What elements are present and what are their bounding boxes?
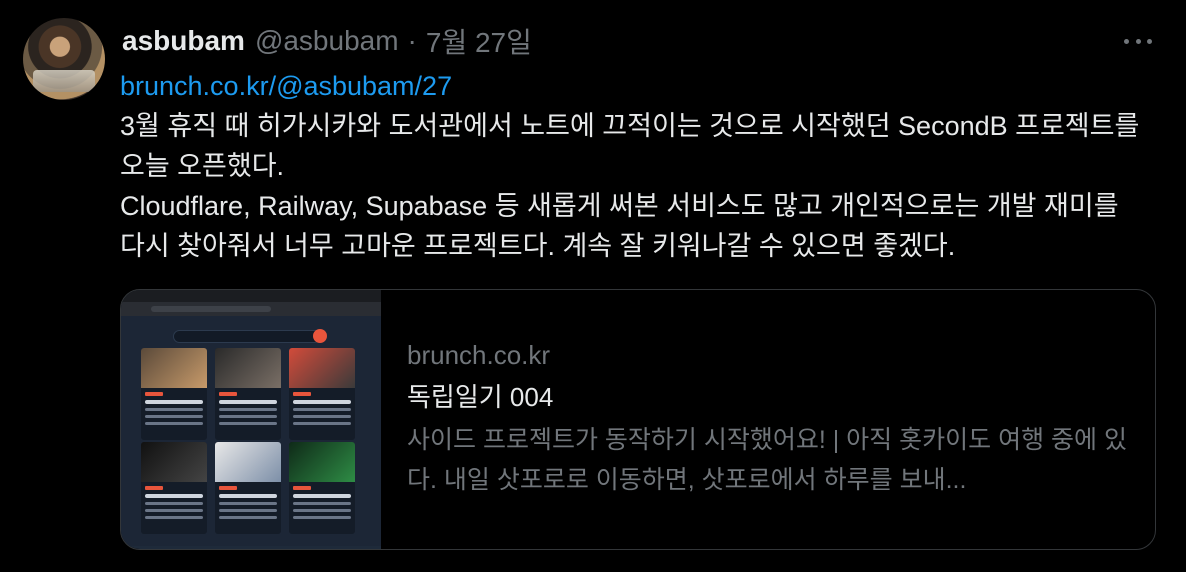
thumbnail-tile <box>215 442 281 534</box>
thumbnail-browser-tabbar <box>121 290 381 302</box>
thumbnail-tile <box>289 348 355 440</box>
tweet-date[interactable]: 7월 27일 <box>426 21 532 61</box>
tweet-paragraph-1: 3월 휴직 때 히가시카와 도서관에서 노트에 끄적이는 것으로 시작했던 Se… <box>120 111 1140 181</box>
dot <box>1147 38 1152 44</box>
card-domain: brunch.co.kr <box>407 340 551 370</box>
thumbnail-tile <box>289 442 355 534</box>
thumbnail-tile <box>215 348 281 440</box>
card-text: brunch.co.kr 독립일기 004 사이드 프로젝트가 동작하기 시작했… <box>381 290 1141 549</box>
thumbnail-tile <box>141 348 207 440</box>
dot <box>1135 38 1141 44</box>
card-thumbnail <box>121 290 381 549</box>
thumbnail-search-box <box>173 330 321 343</box>
thumbnail-tile <box>141 442 207 534</box>
tweet-body: brunch.co.kr/@asbubam/27 3월 휴직 때 히가시카와 도… <box>120 66 1150 266</box>
thumbnail-browser-urlbar <box>121 302 381 316</box>
card-description: 사이드 프로젝트가 동작하기 시작했어요! | 아직 홋카이도 여행 중에 있다… <box>407 426 1127 494</box>
thumbnail-search-button <box>313 329 327 343</box>
link-preview-card[interactable]: brunch.co.kr 독립일기 004 사이드 프로젝트가 동작하기 시작했… <box>120 289 1156 550</box>
more-options-icon[interactable] <box>1118 26 1158 56</box>
tweet-link[interactable]: brunch.co.kr/@asbubam/27 <box>120 66 1150 106</box>
author-name[interactable]: asbubam <box>122 25 245 57</box>
tweet-paragraph-2: Cloudflare, Railway, Supabase 등 새롭게 써본 서… <box>120 191 1119 261</box>
tweet-header: asbubam @asbubam · 7월 27일 <box>122 24 532 58</box>
dot <box>1124 38 1129 44</box>
separator-dot: · <box>407 25 417 56</box>
avatar[interactable] <box>23 18 105 100</box>
card-title: 독립일기 004 <box>407 382 554 412</box>
author-handle[interactable]: @asbubam <box>255 25 399 57</box>
